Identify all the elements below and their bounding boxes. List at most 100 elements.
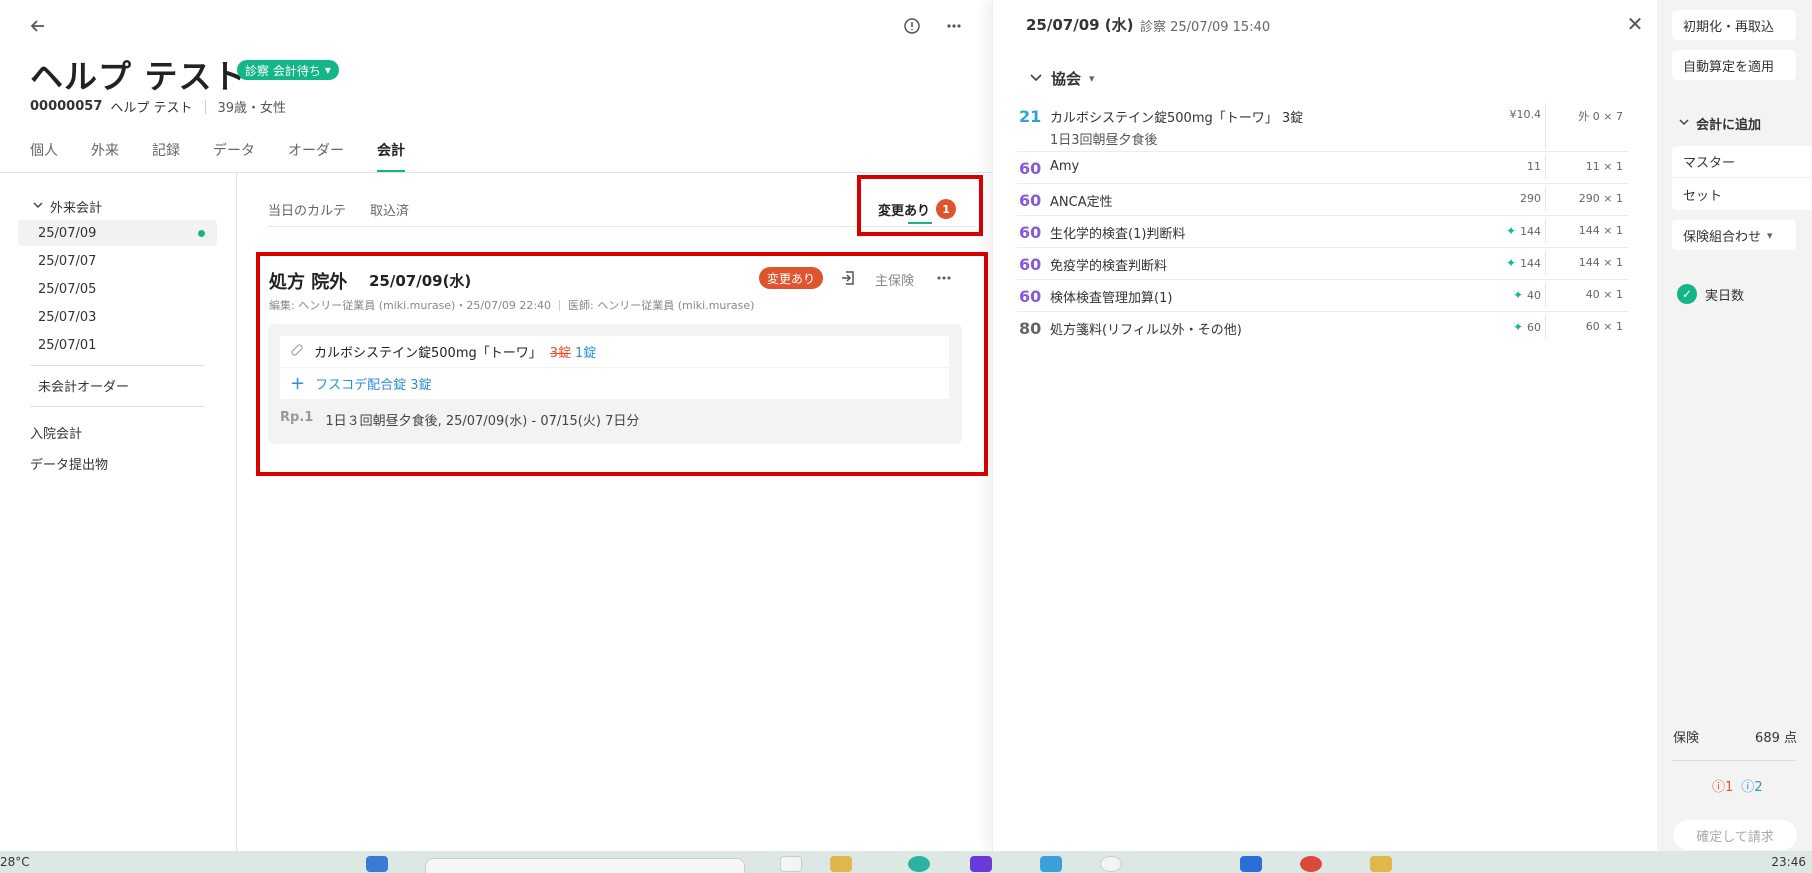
sidebar-date-item[interactable]: 25/07/01 — [18, 332, 217, 358]
fee-row[interactable]: 80 処方箋料(リフィル以外・その他) ✦ 60 60 × 1 — [1017, 312, 1629, 344]
app: ヘルプ テスト 診察 会計待ち ▾ 00000057 ヘルプ テスト 39歳・女… — [0, 0, 1812, 873]
app-icon[interactable] — [780, 856, 802, 872]
fee-quantity: 40 × 1 — [1585, 288, 1623, 301]
feedback-icon[interactable] — [898, 12, 926, 40]
tab-changed[interactable]: 変更あり 1 — [878, 199, 957, 219]
added-drug-name: フスコデ配合錠 3錠 — [315, 378, 432, 393]
import-icon[interactable] — [837, 267, 859, 289]
fee-quantity: 290 × 1 — [1578, 192, 1623, 205]
order-title: 処方 院外 — [269, 272, 348, 293]
alert-counts[interactable]: ⓘ1 ⓘ2 — [1712, 776, 1763, 795]
price-value: ¥10.4 — [1509, 108, 1542, 121]
fee-code: 60 — [1019, 191, 1042, 210]
sidebar-date-item[interactable]: 25/07/03 — [18, 304, 217, 330]
actual-days-toggle[interactable]: ✓ 実日数 — [1677, 284, 1744, 304]
app-icon[interactable] — [1040, 856, 1062, 872]
auto-calc-icon: ✦ — [1512, 288, 1523, 302]
info-count: ⓘ2 — [1741, 776, 1762, 795]
inpatient-billing-link[interactable]: 入院会計 — [30, 423, 82, 442]
fee-code: 60 — [1019, 287, 1042, 306]
error-count: ⓘ1 — [1712, 776, 1733, 795]
divider — [1672, 760, 1796, 761]
fee-row[interactable]: 60 ANCA定性 290 290 × 1 — [1017, 184, 1629, 216]
app-icon[interactable] — [908, 856, 930, 872]
insurance-combo-dropdown[interactable]: 保険組合わせ ▾ — [1672, 220, 1796, 250]
more-icon[interactable] — [940, 12, 968, 40]
back-arrow-icon[interactable] — [24, 12, 52, 40]
chevron-down-icon — [1678, 116, 1690, 132]
start-icon[interactable] — [366, 856, 388, 872]
main-insurance-label[interactable]: 主保険 — [875, 270, 914, 289]
reset-reimport-button[interactable]: 初期化・再取込 — [1672, 10, 1796, 40]
order-date: 25/07/09(水) — [369, 272, 472, 290]
fee-price: 11 — [1527, 160, 1541, 173]
prescription-panel: カルボシステイン錠500mg「トーワ」 3錠 1錠 + フスコデ配合錠 3錠 R… — [268, 324, 962, 444]
active-dot-icon — [198, 230, 205, 237]
fee-price: ✦ 144 — [1506, 256, 1541, 270]
fee-row[interactable]: 60 生化学的検査(1)判断料 ✦ 144 144 × 1 — [1017, 216, 1629, 248]
drug-name: カルボシステイン錠500mg「トーワ」 — [314, 346, 542, 361]
set-item[interactable]: セット — [1672, 178, 1812, 210]
price-value: 40 — [1527, 288, 1541, 302]
more-icon[interactable] — [933, 267, 955, 289]
fee-quantity: 11 × 1 — [1585, 160, 1623, 173]
tab-imported[interactable]: 取込済 — [370, 200, 409, 219]
sidebar-date-item[interactable]: 25/07/09 — [18, 220, 217, 246]
divider — [1545, 187, 1546, 211]
app-icon[interactable] — [970, 856, 992, 872]
order-meta: 編集: ヘンリー従業員 (miki.murase)・25/07/09 22:40… — [269, 297, 754, 313]
date-label: 25/07/09 — [38, 225, 97, 241]
drug-row[interactable]: カルボシステイン錠500mg「トーワ」 3錠 1錠 — [280, 336, 949, 367]
date-label: 25/07/07 — [38, 253, 97, 269]
fee-price: ✦ 40 — [1513, 288, 1541, 302]
add-to-billing-list: マスター セット — [1672, 146, 1812, 210]
confirm-and-bill-button[interactable]: 確定して請求 — [1673, 820, 1797, 850]
price-value: 290 — [1520, 192, 1541, 205]
tab-orders[interactable]: オーダー — [288, 140, 344, 172]
tab-billing[interactable]: 会計 — [377, 140, 405, 172]
pill-icon — [290, 343, 304, 361]
status-dropdown[interactable]: 診察 会計待ち ▾ — [237, 60, 339, 80]
insurance-points: 689 点 — [1755, 731, 1797, 746]
main-tabs: 個人 外来 記録 データ オーダー 会計 — [30, 140, 438, 172]
fee-row[interactable]: 60 Amy 11 11 × 1 — [1017, 152, 1629, 184]
app-icon[interactable] — [1240, 856, 1262, 872]
sidebar-date-item[interactable]: 25/07/05 — [18, 276, 217, 302]
status-label: 診察 会計待ち — [245, 63, 321, 78]
added-drug-row[interactable]: + フスコデ配合錠 3錠 — [280, 368, 949, 399]
browser-icon[interactable] — [1100, 856, 1122, 872]
outpatient-billing-toggle[interactable]: 外来会計 — [32, 197, 102, 216]
sidebar-date-item[interactable]: 25/07/07 — [18, 248, 217, 274]
fee-row[interactable]: 60 検体検査管理加算(1) ✦ 40 40 × 1 — [1017, 280, 1629, 312]
taskbar-search[interactable] — [425, 858, 745, 873]
fee-row[interactable]: 60 免疫学的検査判断料 ✦ 144 144 × 1 — [1017, 248, 1629, 280]
master-item[interactable]: マスター — [1672, 146, 1812, 178]
patient-name-small: ヘルプ テスト — [110, 101, 193, 116]
divider — [204, 99, 206, 114]
insurer-group-toggle[interactable]: 協会 ▾ — [1029, 68, 1095, 89]
fee-code: 60 — [1019, 159, 1042, 178]
actual-days-label: 実日数 — [1705, 288, 1745, 304]
tab-data[interactable]: データ — [213, 140, 255, 172]
fee-row[interactable]: 21 カルボシステイン錠500mg「トーワ」 3錠 1日3回朝昼夕食後 ¥10.… — [1017, 100, 1629, 152]
folder-icon[interactable] — [830, 856, 852, 872]
sub-tabs: 当日のカルテ 取込済 — [268, 200, 433, 219]
add-to-billing-toggle[interactable]: 会計に追加 — [1678, 114, 1761, 133]
caret-down-icon: ▾ — [1767, 228, 1773, 242]
apply-auto-calc-button[interactable]: 自動算定を適用 — [1672, 50, 1796, 80]
app-icon[interactable] — [1370, 856, 1392, 872]
data-export-link[interactable]: データ提出物 — [30, 454, 108, 473]
divider — [1545, 315, 1546, 339]
auto-calc-icon: ✦ — [1512, 320, 1523, 334]
tab-personal[interactable]: 個人 — [30, 140, 58, 172]
weather-temp: 28°C — [0, 855, 30, 869]
tab-outpatient[interactable]: 外来 — [91, 140, 119, 172]
unbilled-orders-link[interactable]: 未会計オーダー — [38, 376, 129, 395]
tab-today-chart[interactable]: 当日のカルテ — [268, 200, 346, 219]
fee-price: 290 — [1520, 192, 1541, 205]
app-icon[interactable] — [1300, 856, 1322, 872]
tab-records[interactable]: 記録 — [152, 140, 180, 172]
fee-name: ANCA定性 — [1050, 195, 1113, 210]
add-to-billing-label: 会計に追加 — [1696, 118, 1762, 133]
close-icon[interactable]: ✕ — [1623, 12, 1647, 36]
